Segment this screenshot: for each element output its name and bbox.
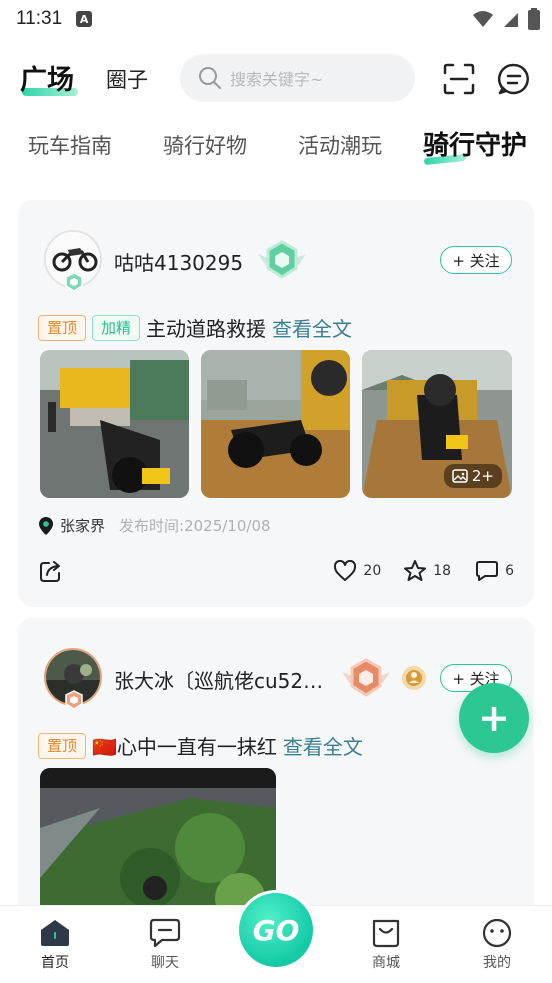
- nav-chat-label: 聊天: [151, 955, 179, 971]
- like-button[interactable]: 20: [333, 560, 381, 582]
- battery-icon: [528, 8, 540, 30]
- post-photo[interactable]: [40, 350, 189, 498]
- bottom-nav: 首页 聊天 GO 商城 我的: [0, 890, 552, 983]
- share-icon[interactable]: [38, 558, 64, 584]
- search-placeholder: 搜索关键字~: [230, 70, 324, 89]
- pinned-tag: 置顶: [38, 732, 87, 759]
- image-icon: [452, 469, 468, 483]
- forest-road-photo: [40, 768, 276, 918]
- post-actions: 20 18 6: [38, 558, 514, 584]
- medal-icon: [402, 666, 426, 690]
- wifi-icon: [473, 11, 493, 27]
- green-rank-badge-icon: [258, 240, 306, 279]
- comment-count: 6: [505, 563, 514, 579]
- status-bar: 11:31 A: [0, 0, 552, 38]
- create-post-button[interactable]: +: [459, 683, 529, 753]
- category-tabs: 玩车指南 骑行好物 活动潮玩 骑行守护: [0, 124, 552, 170]
- featured-tag: 加精: [92, 314, 141, 341]
- scan-icon[interactable]: [442, 62, 476, 96]
- post-card[interactable]: 咕咕4130295 + 关注 置顶 加精 主动道路救援 查看全文 2+ 张家界 …: [18, 200, 534, 607]
- pinned-tag: 置顶: [38, 314, 87, 341]
- notification-icon: A: [76, 11, 93, 27]
- motorcycle-on-truck-photo: [201, 350, 350, 498]
- comment-icon: [476, 561, 499, 581]
- favorite-count: 18: [433, 563, 452, 579]
- status-indicators: [472, 8, 540, 30]
- photo-count: 2+: [471, 467, 494, 485]
- go-button[interactable]: GO: [236, 890, 316, 970]
- level-badge-icon: [65, 272, 83, 292]
- tow-truck-photo: [40, 350, 189, 498]
- search-icon: [199, 67, 221, 89]
- heart-icon: [334, 560, 357, 581]
- nav-mine-label: 我的: [483, 955, 511, 971]
- read-more-link[interactable]: 查看全文: [283, 731, 363, 760]
- comment-button[interactable]: 6: [475, 560, 514, 582]
- nav-home[interactable]: 首页: [15, 918, 95, 972]
- top-header: 广场 圈子 搜索关键字~: [0, 52, 552, 104]
- category-tab-events[interactable]: 活动潮玩: [298, 130, 382, 160]
- nav-shop-label: 商城: [372, 955, 400, 971]
- star-icon: [404, 560, 427, 581]
- post-title: 🇨🇳心中一直有一抹红: [92, 735, 277, 759]
- post-photo[interactable]: 2+: [362, 350, 512, 498]
- nav-mine[interactable]: 我的: [457, 918, 537, 972]
- tab-square[interactable]: 广场: [20, 58, 74, 97]
- location-pin-icon: [39, 516, 53, 535]
- copper-rank-badge-icon: [342, 658, 390, 697]
- category-tab-gear[interactable]: 骑行好物: [163, 130, 247, 160]
- nav-home-label: 首页: [41, 955, 69, 971]
- message-icon[interactable]: [497, 62, 531, 96]
- go-logo-icon: GO: [239, 893, 313, 967]
- shop-bag-icon: [372, 919, 400, 948]
- home-icon: [41, 920, 69, 946]
- favorite-button[interactable]: 18: [403, 559, 451, 583]
- category-tab-guard[interactable]: 骑行守护: [423, 125, 527, 162]
- post-meta: 张家界 发布时间:2025/10/08: [38, 515, 271, 536]
- username[interactable]: 张大冰〔巡航佬cu52…: [114, 665, 323, 694]
- level-badge-icon: [65, 690, 83, 710]
- like-count: 20: [363, 563, 382, 579]
- follow-button[interactable]: + 关注: [440, 246, 512, 274]
- status-time: 11:31: [16, 8, 63, 29]
- photo-count-badge: 2+: [443, 464, 502, 488]
- post-photo[interactable]: [40, 768, 276, 918]
- location-text[interactable]: 张家界: [60, 515, 105, 536]
- username[interactable]: 咕咕4130295: [114, 247, 243, 276]
- read-more-link[interactable]: 查看全文: [272, 313, 352, 342]
- nav-chat[interactable]: 聊天: [125, 918, 205, 972]
- profile-face-icon: [482, 918, 512, 948]
- tab-circle[interactable]: 圈子: [106, 64, 148, 94]
- post-title-line[interactable]: 置顶 加精 主动道路救援 查看全文: [38, 313, 352, 342]
- signal-icon: [504, 13, 518, 27]
- post-title: 主动道路救援: [146, 317, 267, 341]
- publish-time: 发布时间:2025/10/08: [119, 517, 271, 535]
- post-title-line[interactable]: 置顶 🇨🇳心中一直有一抹红 查看全文: [38, 731, 363, 760]
- post-photo[interactable]: [201, 350, 350, 498]
- category-tab-guide[interactable]: 玩车指南: [28, 130, 112, 160]
- nav-shop[interactable]: 商城: [346, 918, 426, 972]
- post-card[interactable]: 张大冰〔巡航佬cu52… + 关注 置顶 🇨🇳心中一直有一抹红 查看全文: [18, 618, 534, 918]
- search-bar[interactable]: 搜索关键字~: [180, 54, 415, 102]
- chat-icon: [149, 918, 181, 948]
